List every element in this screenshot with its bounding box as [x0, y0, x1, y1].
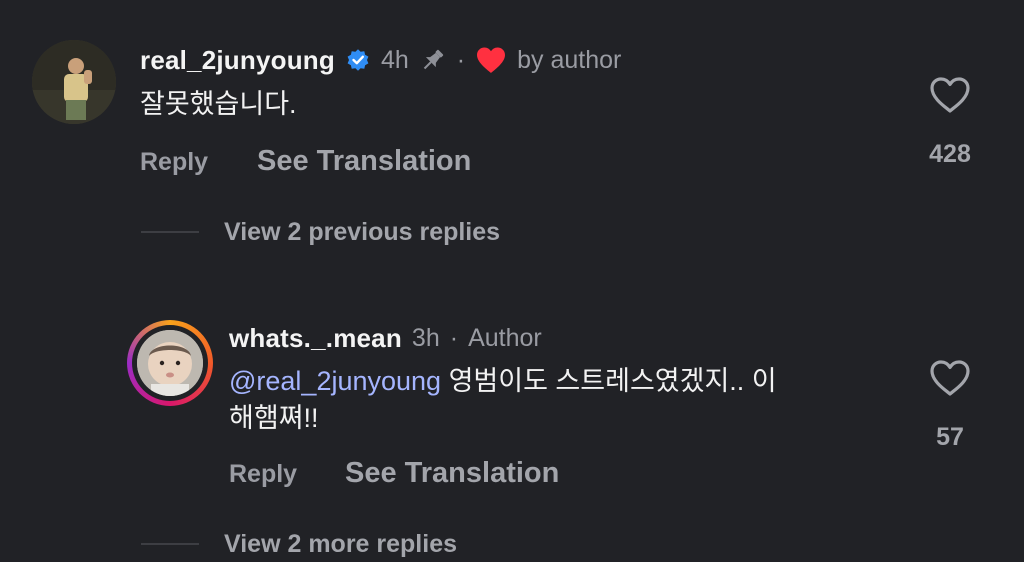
divider-line	[141, 231, 199, 233]
divider-line-2	[141, 543, 199, 545]
comment2-reply-button[interactable]: Reply	[229, 460, 297, 489]
pin-icon	[419, 46, 447, 74]
comment1-username[interactable]: real_2junyoung	[140, 45, 335, 76]
verified-badge-icon	[345, 47, 371, 73]
avatar-whats-mean[interactable]	[137, 330, 203, 396]
view-more-replies-button[interactable]: View 2 more replies	[224, 530, 457, 559]
comment2-header: whats._.mean 3h · Author	[229, 322, 542, 354]
author-liked-heart-icon	[475, 46, 507, 74]
comment1-reply-button[interactable]: Reply	[140, 148, 208, 177]
mention-link[interactable]: @real_2junyoung	[229, 366, 441, 396]
comment1-separator: ·	[456, 45, 466, 74]
comment1-see-translation-button[interactable]: See Translation	[257, 145, 471, 178]
view-previous-replies-button[interactable]: View 2 previous replies	[224, 218, 500, 247]
comment2-like-heart-icon[interactable]	[928, 358, 972, 398]
comment1-text: 잘못했습니다.	[140, 89, 297, 119]
comment1-like-heart-icon[interactable]	[928, 75, 972, 115]
liked-by-author-label: by author	[517, 45, 622, 74]
comment2-username[interactable]: whats._.mean	[229, 323, 402, 354]
comment2-text: @real_2junyoung 영범이도 스트레스였겠지.. 이 해햄쪄!!	[229, 363, 889, 437]
comment2-see-translation-button[interactable]: See Translation	[345, 457, 559, 490]
comment1-like-count: 428	[929, 140, 971, 168]
comment2-separator: ·	[449, 323, 459, 352]
comment1-time: 4h	[380, 45, 409, 74]
comment2-text-line1: 영범이도 스트레스였겠지.. 이	[441, 366, 777, 396]
comment1-header: real_2junyoung 4h · by author	[140, 44, 621, 76]
comment2-like-count: 57	[936, 423, 964, 451]
comment2-text-line2: 해햄쪄!!	[229, 403, 319, 433]
comment2-time: 3h	[411, 323, 440, 352]
avatar-whats-mean-story-ring[interactable]	[127, 320, 213, 406]
avatar-real-2junyoung[interactable]	[32, 40, 116, 124]
author-label: Author	[468, 323, 542, 352]
